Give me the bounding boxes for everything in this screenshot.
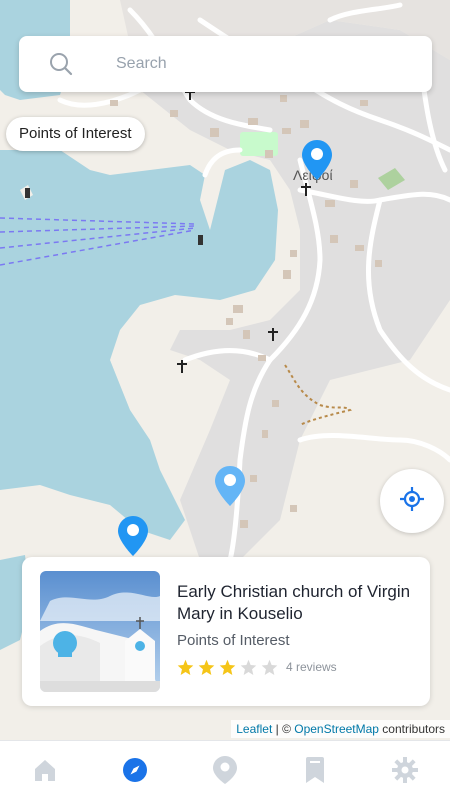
osm-link[interactable]: OpenStreetMap [294, 722, 379, 736]
search-icon [49, 52, 73, 76]
nav-settings[interactable] [390, 756, 420, 788]
nav-bookmarks[interactable] [300, 756, 330, 788]
home-icon [32, 757, 58, 788]
poi-card[interactable]: Early Christian church of Virgin Mary in… [22, 557, 430, 706]
church-photo [40, 571, 160, 692]
nav-home[interactable] [30, 757, 60, 787]
bookmark-icon [304, 756, 326, 788]
map-marker[interactable] [302, 140, 332, 180]
nav-explore[interactable] [120, 757, 150, 787]
attribution-suffix: contributors [378, 722, 445, 736]
star-empty-icon [261, 659, 278, 675]
attribution-separator: | © [272, 722, 295, 736]
poi-title: Early Christian church of Virgin Mary in… [177, 582, 411, 623]
crosshair-icon [399, 486, 425, 517]
rating-stars [177, 659, 278, 676]
settings-icon [392, 756, 418, 788]
location-icon [213, 755, 237, 789]
star-filled-icon [198, 659, 215, 675]
star-filled-icon [177, 659, 194, 675]
star-empty-icon [240, 659, 257, 675]
search-bar[interactable]: Search [19, 36, 432, 92]
review-count: 4 reviews [286, 660, 337, 674]
bottom-nav [0, 740, 450, 801]
map-marker[interactable] [215, 466, 245, 506]
nav-places[interactable] [210, 755, 240, 789]
search-input[interactable]: Search [116, 55, 167, 73]
map-marker[interactable] [118, 516, 148, 556]
map-attribution: Leaflet | © OpenStreetMap contributors [231, 720, 450, 738]
leaflet-link[interactable]: Leaflet [236, 722, 272, 736]
explore-icon [122, 757, 148, 788]
star-filled-icon [219, 659, 236, 675]
poi-category: Points of Interest [177, 632, 290, 649]
my-location-button[interactable] [380, 469, 444, 533]
filter-chip-points-of-interest[interactable]: Points of Interest [6, 117, 145, 151]
